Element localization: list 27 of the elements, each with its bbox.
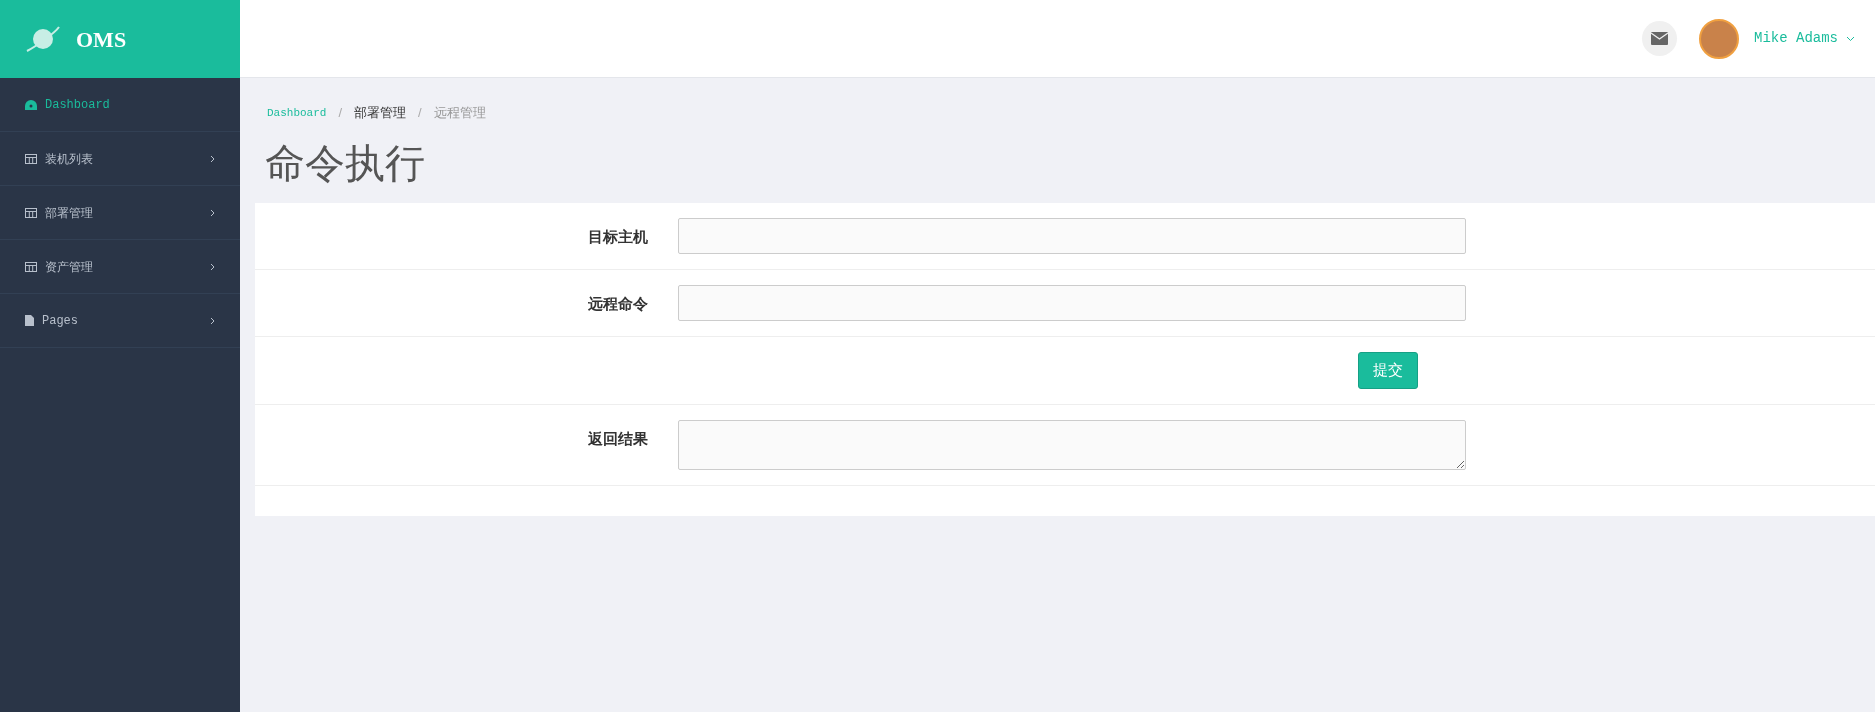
- sidebar-item[interactable]: 资产管理: [0, 240, 240, 294]
- text-field[interactable]: [678, 284, 1466, 321]
- mail-icon: [1651, 32, 1668, 45]
- text-field[interactable]: [678, 217, 1466, 254]
- breadcrumb-item: 部署管理: [354, 104, 407, 122]
- breadcrumb-item: 远程管理: [433, 104, 486, 122]
- table-icon: [25, 153, 37, 164]
- chevron-down-icon: [1846, 35, 1855, 42]
- file-icon: [25, 315, 34, 326]
- sidebar-item[interactable]: 部署管理: [0, 186, 240, 240]
- brand-title: OMS: [76, 25, 127, 54]
- sidebar-item[interactable]: Dashboard: [0, 78, 240, 132]
- field-label: 目标主机: [588, 226, 648, 247]
- table-icon: [25, 261, 37, 272]
- sidebar-item[interactable]: 装机列表: [0, 132, 240, 186]
- planet-icon: [25, 25, 61, 53]
- field-label: 远程命令: [588, 293, 648, 314]
- field-label: 返回结果: [588, 428, 648, 449]
- user-avatar[interactable]: [1699, 18, 1739, 59]
- result-textarea[interactable]: [678, 419, 1466, 470]
- mail-button[interactable]: [1642, 21, 1677, 56]
- dashboard-icon: [25, 99, 37, 110]
- page-title: 命令执行: [264, 142, 426, 183]
- table-icon: [25, 207, 37, 218]
- breadcrumb-separator: /: [338, 104, 343, 122]
- sidebar-item[interactable]: Pages: [0, 294, 240, 348]
- breadcrumb-separator: /: [418, 104, 422, 122]
